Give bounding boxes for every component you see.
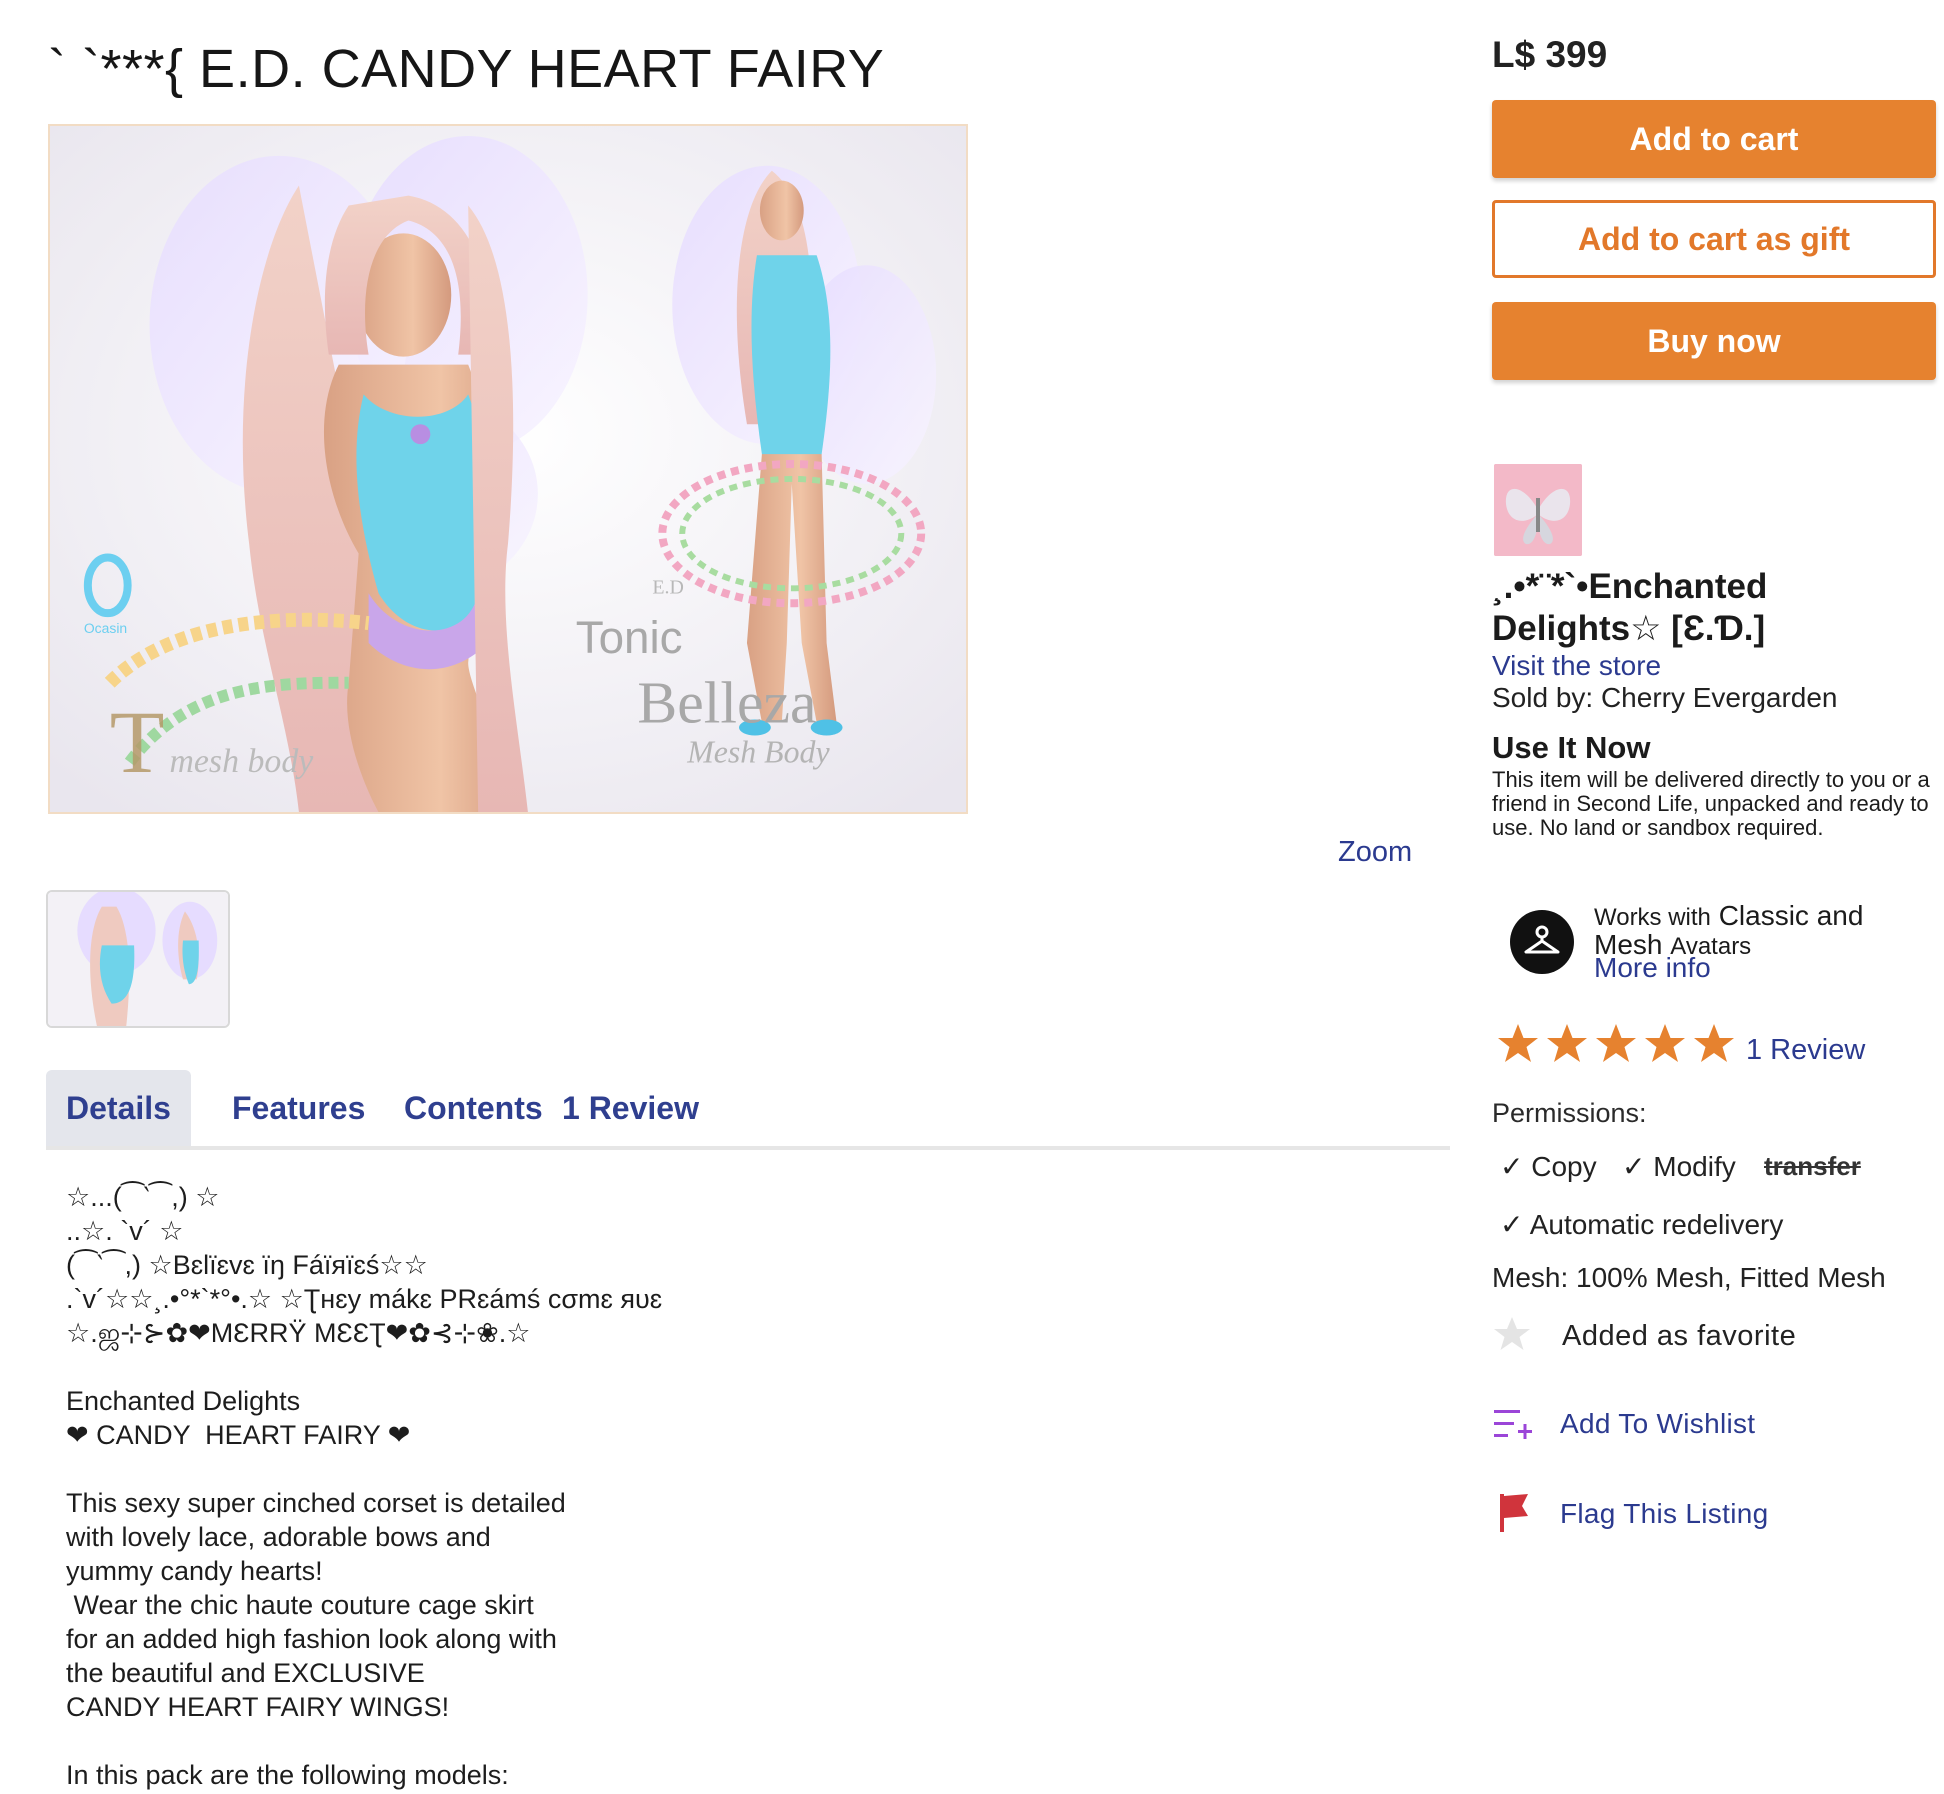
rating-star-icon (1643, 1022, 1687, 1066)
ocasin-logo-text: Ocasin (84, 620, 127, 636)
tab-contents[interactable]: Contents (384, 1070, 563, 1146)
description-line: (⁀‵⁀,) ☆Bɛlïɛvɛ ïŋ Fáïяïɛś☆☆ (66, 1250, 428, 1280)
seller-name: Sold by: Cherry Evergarden (1492, 682, 1838, 713)
description-line: Enchanted Delights (66, 1386, 301, 1416)
more-info-link[interactable]: More info (1594, 952, 1711, 984)
tab-details[interactable]: Details (46, 1070, 191, 1146)
buy-now-button[interactable]: Buy now (1492, 302, 1936, 380)
rating-stars (1496, 1022, 1741, 1070)
use-it-now-heading: Use It Now (1492, 730, 1651, 765)
belleza-logo-text: Belleza (637, 670, 816, 736)
description-line: ..☆. `v´ ☆ (66, 1216, 184, 1246)
add-to-cart-button[interactable]: Add to cart (1492, 100, 1936, 178)
star-icon[interactable] (1492, 1314, 1532, 1354)
reviews-link[interactable]: 1 Review (1746, 1034, 1865, 1067)
tab-reviews[interactable]: 1 Review (542, 1070, 719, 1146)
description-line: This sexy super cinched corset is detail… (66, 1488, 566, 1518)
description-line: yummy candy hearts! (66, 1556, 323, 1586)
description-line: In this pack are the following models: (66, 1760, 509, 1790)
description-line: Wear the chic haute couture cage skirt (66, 1590, 534, 1620)
flag-icon[interactable] (1496, 1490, 1532, 1534)
svg-text:T: T (110, 693, 165, 792)
svg-text:Mesh Body: Mesh Body (686, 734, 830, 769)
add-to-wishlist-button[interactable]: Add To Wishlist (1560, 1408, 1755, 1440)
automatic-redelivery: ✓ Automatic redelivery (1500, 1209, 1784, 1240)
description-line: ❤ CANDY HEART FAIRY ❤ (66, 1420, 411, 1450)
rating-star-icon (1545, 1022, 1589, 1066)
description-line: CANDY HEART FAIRY WINGS! (66, 1692, 450, 1722)
add-to-cart-gift-button[interactable]: Add to cart as gift (1492, 200, 1936, 278)
description-line: for an added high fashion look along wit… (66, 1624, 557, 1654)
product-description: ☆...(⁀‵⁀,) ☆ ..☆. `v´ ☆ (⁀‵⁀,) ☆Bɛlïɛvɛ ïŋ… (66, 1180, 966, 1792)
details-tabs: Details Features Contents 1 Review (46, 1070, 1450, 1146)
product-main-image[interactable]: Ocasin E.D Tonic Belleza Mesh Body T mes… (48, 124, 968, 814)
store-logo[interactable] (1494, 464, 1582, 556)
tab-divider (46, 1146, 1450, 1150)
zoom-link[interactable]: Zoom (1338, 836, 1412, 869)
description-line: ☆...(⁀‵⁀,) ☆ (66, 1182, 220, 1212)
store-name: ¸.•*¨*`•Enchanted Delights☆ [Ɛ.Ɗ.] (1492, 567, 1768, 648)
mesh-info: Mesh: 100% Mesh, Fitted Mesh (1492, 1262, 1886, 1293)
use-it-now-text: This item will be delivered directly to … (1492, 767, 1930, 840)
permission-modify: ✓ Modify (1622, 1151, 1736, 1182)
favorite-button[interactable]: Added as favorite (1562, 1320, 1796, 1353)
permissions-label: Permissions: (1492, 1098, 1647, 1128)
price: L$ 399 (1492, 34, 1608, 75)
tonic-logo-text: Tonic (576, 612, 683, 663)
description-line: .`v´☆☆¸.•°*`*°•.☆ ☆Ʈнɛу mákɛ PRɛámś cσmɛ… (66, 1284, 663, 1314)
description-line: ☆.ஜ⊹⊱✿❤MƐRRŸ MƐƐƮ❤✿⊰⊹❀.☆ (66, 1318, 531, 1348)
product-thumbnail[interactable] (46, 890, 230, 1028)
product-title: ` `***{ E.D. CANDY HEART FAIRY (48, 39, 885, 99)
description-line: the beautiful and EXCLUSIVE (66, 1658, 425, 1688)
rating-star-icon (1594, 1022, 1638, 1066)
wishlist-add-icon[interactable] (1492, 1404, 1534, 1444)
tab-features[interactable]: Features (212, 1070, 385, 1146)
svg-text:E.D: E.D (652, 576, 683, 598)
flag-listing-button[interactable]: Flag This Listing (1560, 1498, 1768, 1530)
permission-transfer: transfer (1764, 1151, 1861, 1181)
rating-star-icon (1496, 1022, 1540, 1066)
permission-copy: ✓ Copy (1500, 1151, 1597, 1182)
description-line: with lovely lace, adorable bows and (66, 1522, 491, 1552)
visit-store-link[interactable]: Visit the store (1492, 650, 1661, 682)
rating-star-icon (1692, 1022, 1736, 1066)
svg-text:mesh body: mesh body (169, 743, 314, 780)
hanger-icon (1510, 910, 1574, 974)
